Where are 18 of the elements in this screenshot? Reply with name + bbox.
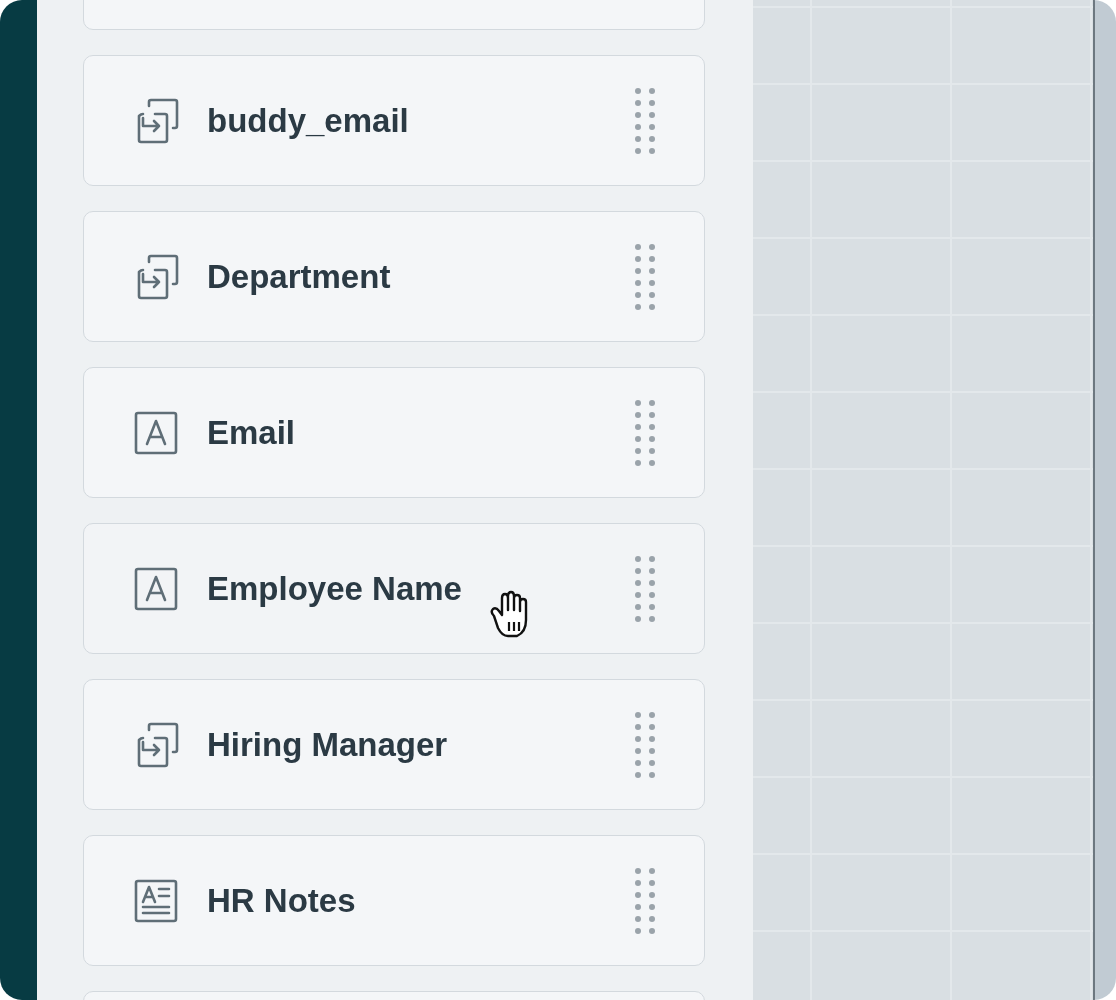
drag-handle-icon[interactable] — [634, 709, 656, 780]
field-label: buddy_email — [207, 100, 409, 141]
drag-handle-icon[interactable] — [634, 397, 656, 468]
field-card[interactable]: Department — [83, 211, 705, 342]
field-label: Hiring Manager — [207, 724, 448, 765]
field-card[interactable]: Employee Name — [83, 523, 705, 654]
drag-handle-icon[interactable] — [634, 865, 656, 936]
field-label: HR Notes — [207, 880, 356, 921]
field-card[interactable]: Hiring Manager — [83, 679, 705, 810]
field-label: Email — [207, 412, 296, 453]
field-card[interactable]: HR Notes — [83, 835, 705, 966]
field-card[interactable]: buddy_email — [83, 55, 705, 186]
field-label: Department — [207, 256, 391, 297]
field-card[interactable]: Email — [83, 367, 705, 498]
drag-handle-icon[interactable] — [634, 241, 656, 312]
field-label: Employee Name — [207, 568, 462, 609]
drag-handle-icon[interactable] — [634, 85, 656, 156]
drag-handle-icon[interactable] — [634, 553, 656, 624]
